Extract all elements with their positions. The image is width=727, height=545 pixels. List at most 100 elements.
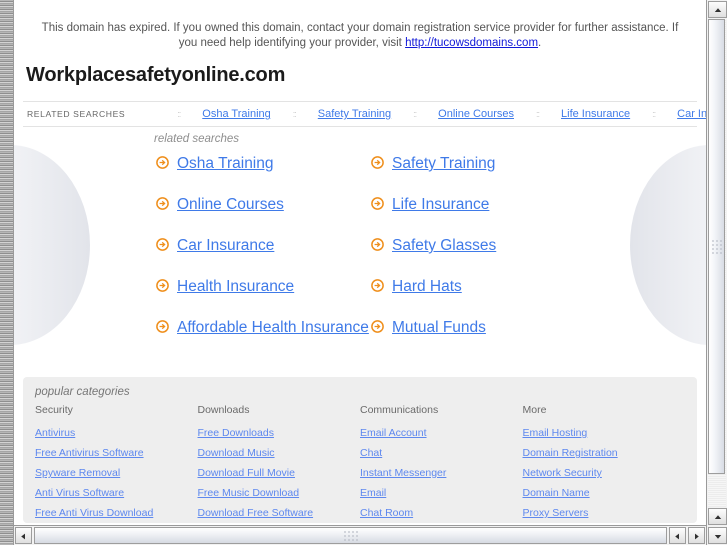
related-searches-heading: related searches	[154, 133, 240, 145]
related-link-life-insurance[interactable]: Life Insurance	[392, 194, 489, 215]
bar-item-safety-training: :: Safety Training	[271, 108, 391, 120]
category-link[interactable]: Download Full Movie	[198, 463, 361, 483]
notice-text-after: .	[538, 36, 542, 49]
window-center-column: This domain has expired. If you owned th…	[14, 0, 706, 545]
related-link-osha-training[interactable]: Osha Training	[177, 153, 274, 174]
related-link-item[interactable]: Safety Glasses	[371, 235, 586, 276]
category-link[interactable]: Chat	[360, 443, 523, 463]
category-link[interactable]: Antivirus	[35, 423, 198, 443]
related-link-item[interactable]: Online Courses	[156, 194, 371, 235]
related-searches-bar-items: :: Osha Training :: Safety Training :: O…	[177, 108, 706, 120]
arrow-circle-right-icon	[371, 238, 384, 251]
horizontal-scroll-thumb[interactable]	[34, 527, 667, 544]
scroll-down-button[interactable]	[708, 527, 727, 544]
category-link[interactable]: Anti Virus Software	[35, 483, 198, 503]
bar-link-car-insurance[interactable]: Car Insurance	[677, 108, 706, 120]
vertical-scroll-buttons	[707, 507, 727, 545]
category-title: More	[522, 404, 547, 416]
related-searches-hero: related searches Osha Training Safety Tr…	[14, 127, 706, 377]
page-viewport: This domain has expired. If you owned th…	[14, 0, 706, 525]
category-link[interactable]: Proxy Servers	[523, 503, 686, 523]
category-column-downloads: Downloads Free Downloads Download Music …	[198, 404, 361, 523]
popular-categories-columns: Security Antivirus Free Antivirus Softwa…	[35, 404, 685, 523]
related-link-item[interactable]: Life Insurance	[371, 194, 586, 235]
grip-dots-icon	[343, 530, 358, 541]
related-link-affordable-health-insurance[interactable]: Affordable Health Insurance	[177, 317, 369, 338]
category-link[interactable]: Chat Room	[360, 503, 523, 523]
related-link-item[interactable]: Affordable Health Insurance	[156, 317, 371, 358]
category-link[interactable]: Instant Messenger	[360, 463, 523, 483]
related-link-mutual-funds[interactable]: Mutual Funds	[392, 317, 486, 338]
bar-link-life-insurance[interactable]: Life Insurance	[561, 108, 630, 120]
page-title: Workplacesafetyonline.com	[26, 64, 286, 86]
category-link[interactable]: Email	[360, 483, 523, 503]
popular-categories-panel: popular categories Security Antivirus Fr…	[23, 377, 697, 523]
category-link[interactable]: Email Hosting	[523, 423, 686, 443]
triangle-right-icon	[693, 527, 700, 545]
related-link-item[interactable]: Hard Hats	[371, 276, 586, 317]
related-searches-link-grid: Osha Training Safety Training Online Cou…	[156, 153, 626, 358]
arrow-circle-right-icon	[156, 238, 169, 251]
related-link-item[interactable]: Car Insurance	[156, 235, 371, 276]
related-link-item[interactable]: Osha Training	[156, 153, 371, 194]
bar-link-safety-training[interactable]: Safety Training	[318, 108, 391, 120]
category-link[interactable]: Download Music	[198, 443, 361, 463]
related-searches-bar: RELATED SEARCHES :: Osha Training :: Saf…	[23, 101, 706, 127]
related-link-online-courses[interactable]: Online Courses	[177, 194, 284, 215]
category-column-communications: Communications Email Account Chat Instan…	[360, 404, 523, 523]
bar-separator-icon: ::	[413, 109, 417, 119]
decorative-circle-right	[630, 145, 706, 345]
related-link-health-insurance[interactable]: Health Insurance	[177, 276, 294, 297]
bar-item-osha-training: :: Osha Training	[177, 108, 271, 120]
related-link-car-insurance[interactable]: Car Insurance	[177, 235, 274, 256]
category-link[interactable]: Free Antivirus Software	[35, 443, 198, 463]
triangle-left-icon	[20, 527, 27, 545]
bar-separator-icon: ::	[177, 109, 181, 119]
category-link[interactable]: Spyware Removal	[35, 463, 198, 483]
browser-window: This domain has expired. If you owned th…	[0, 0, 727, 545]
bar-link-online-courses[interactable]: Online Courses	[438, 108, 514, 120]
category-title: Security	[35, 404, 73, 416]
decorative-circle-left	[14, 145, 90, 345]
related-link-hard-hats[interactable]: Hard Hats	[392, 276, 462, 297]
category-title: Communications	[360, 404, 439, 416]
related-link-item[interactable]: Mutual Funds	[371, 317, 586, 358]
category-link[interactable]: Network Security	[523, 463, 686, 483]
scroll-left-button[interactable]	[15, 527, 32, 544]
triangle-down-icon	[714, 527, 722, 545]
domain-expiry-notice: This domain has expired. If you owned th…	[14, 12, 706, 53]
scroll-up-button-secondary[interactable]	[708, 508, 727, 525]
vertical-scroll-track[interactable]	[708, 19, 726, 507]
arrow-circle-right-icon	[156, 156, 169, 169]
related-link-safety-training[interactable]: Safety Training	[392, 153, 495, 174]
category-link[interactable]: Free Music Download	[198, 483, 361, 503]
scroll-up-button[interactable]	[708, 1, 727, 18]
tucows-domains-link[interactable]: http://tucowsdomains.com	[405, 37, 538, 49]
arrow-circle-right-icon	[156, 279, 169, 292]
vertical-scroll-thumb[interactable]	[708, 19, 725, 474]
arrow-circle-right-icon	[156, 197, 169, 210]
grip-dots-icon	[711, 239, 722, 254]
bar-link-osha-training[interactable]: Osha Training	[202, 108, 270, 120]
category-link[interactable]: Domain Registration	[523, 443, 686, 463]
category-link[interactable]: Free Anti Virus Download	[35, 503, 198, 523]
category-link[interactable]: Domain Name	[523, 483, 686, 503]
horizontal-scroll-track[interactable]	[34, 527, 667, 544]
related-link-item[interactable]: Safety Training	[371, 153, 586, 194]
triangle-up-icon	[714, 1, 722, 19]
horizontal-scrollbar[interactable]	[14, 525, 706, 545]
category-link[interactable]: Download Free Software	[198, 503, 361, 523]
bar-separator-icon: ::	[292, 109, 297, 119]
related-link-item[interactable]: Health Insurance	[156, 276, 371, 317]
vertical-scrollbar[interactable]	[706, 0, 727, 545]
scroll-left-button-secondary[interactable]	[669, 527, 686, 544]
bar-separator-icon: ::	[652, 109, 656, 119]
scroll-right-button[interactable]	[688, 527, 705, 544]
related-link-safety-glasses[interactable]: Safety Glasses	[392, 235, 496, 256]
category-link[interactable]: Free Downloads	[198, 423, 361, 443]
window-left-border-texture	[0, 0, 14, 545]
triangle-left-icon	[674, 527, 681, 545]
category-link[interactable]: Email Account	[360, 423, 523, 443]
category-column-more: More Email Hosting Domain Registration N…	[523, 404, 686, 523]
related-searches-bar-label: RELATED SEARCHES	[27, 109, 126, 119]
